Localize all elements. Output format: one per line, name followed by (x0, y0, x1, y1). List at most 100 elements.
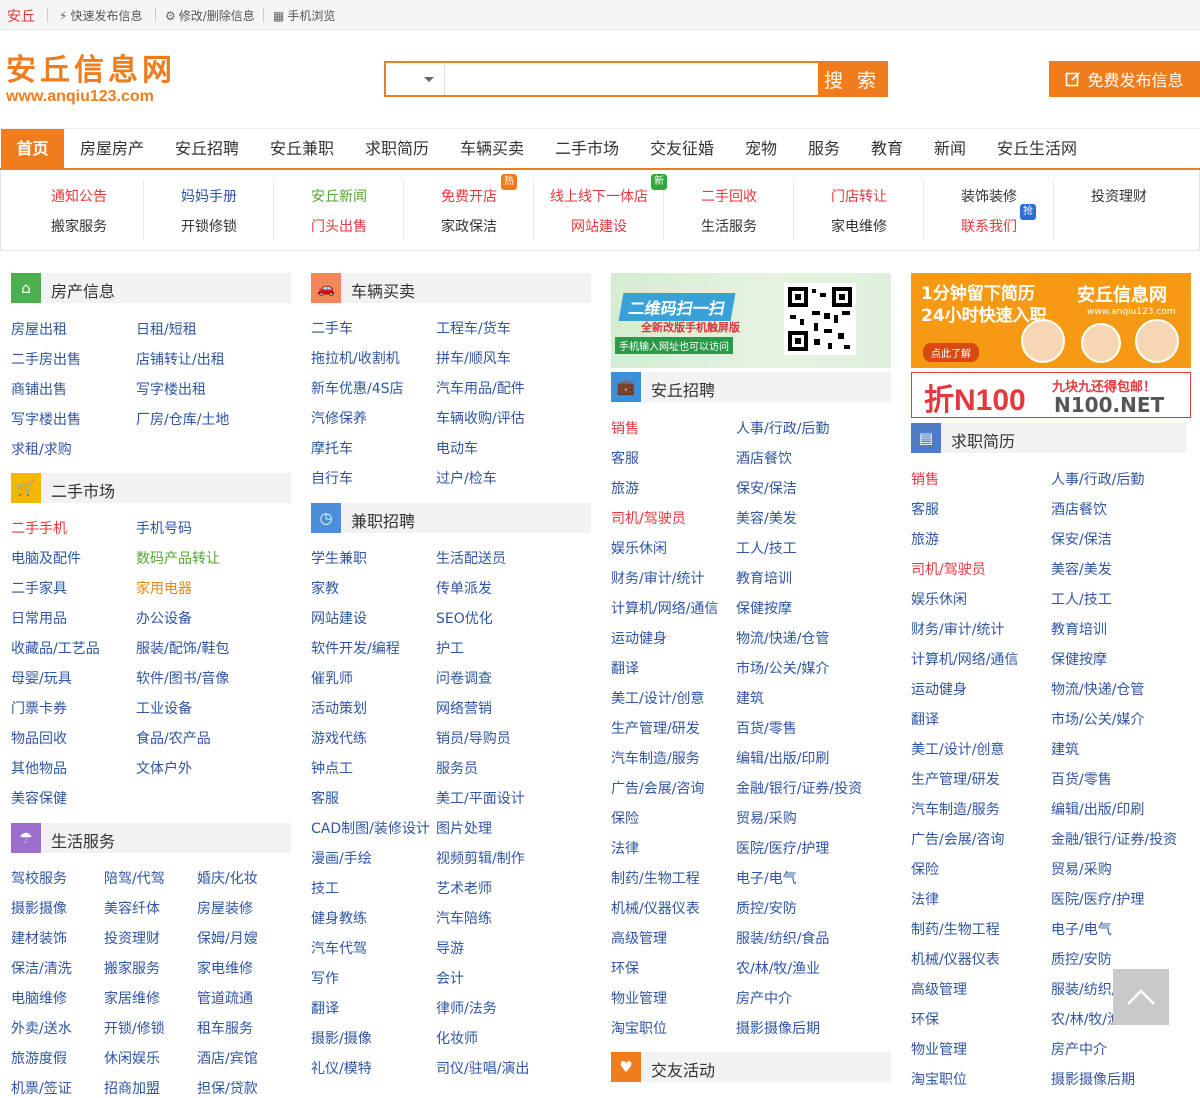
category-link[interactable]: 健身教练 (311, 908, 367, 928)
category-link[interactable]: 日常用品 (11, 608, 67, 628)
category-link[interactable]: 门票卡券 (11, 698, 67, 718)
category-link[interactable]: 工人/技工 (1051, 589, 1112, 609)
category-link[interactable]: 房产中介 (1051, 1039, 1107, 1059)
category-link[interactable]: 旅游度假 (11, 1048, 67, 1068)
link-investment[interactable]: 投资理财 (1054, 186, 1184, 206)
category-link[interactable]: 医院/医疗/护理 (736, 838, 829, 858)
category-link[interactable]: 汽车用品/配件 (436, 378, 525, 398)
category-link[interactable]: 市场/公关/媒介 (736, 658, 829, 678)
category-link[interactable]: 旅游 (911, 529, 939, 549)
category-link[interactable]: 休闲娱乐 (104, 1048, 160, 1068)
category-link[interactable]: 百货/零售 (736, 718, 797, 738)
category-link[interactable]: 客服 (611, 448, 639, 468)
category-link[interactable]: 汽车制造/服务 (911, 799, 1000, 819)
link-o2o-shop[interactable]: 线上线下一体店 (534, 186, 664, 206)
category-link[interactable]: 贸易/采购 (1051, 859, 1112, 879)
category-link[interactable]: 翻译 (611, 658, 639, 678)
category-link[interactable]: 求租/求购 (11, 439, 72, 459)
category-link[interactable]: 写作 (311, 968, 339, 988)
category-link[interactable]: 司仪/驻唱/演出 (436, 1058, 529, 1078)
category-link[interactable]: 家用电器 (136, 578, 192, 598)
category-link[interactable]: 电子/电气 (1051, 919, 1112, 939)
link-moving[interactable]: 搬家服务 (14, 216, 144, 236)
category-link[interactable]: 电脑及配件 (11, 548, 81, 568)
category-link[interactable]: 教育培训 (1051, 619, 1107, 639)
category-link[interactable]: 活动策划 (311, 698, 367, 718)
category-link[interactable]: 日租/短租 (136, 319, 197, 339)
category-link[interactable]: 摄影/摄像 (311, 1028, 372, 1048)
search-button[interactable]: 搜 索 (818, 63, 886, 95)
search-input[interactable] (444, 63, 818, 95)
category-link[interactable]: 驾校服务 (11, 868, 67, 888)
category-link[interactable]: 运动健身 (611, 628, 667, 648)
category-link[interactable]: 财务/审计/统计 (911, 619, 1004, 639)
category-link[interactable]: 人事/行政/后勤 (736, 418, 829, 438)
category-link[interactable]: 家教 (311, 578, 339, 598)
link-appliance-repair[interactable]: 家电维修 (794, 216, 924, 236)
category-link[interactable]: 婚庆/化妆 (197, 868, 258, 888)
nav-parttime[interactable]: 安丘兼职 (270, 129, 334, 169)
category-link[interactable]: 医院/医疗/护理 (1051, 889, 1144, 909)
category-link[interactable]: 高级管理 (911, 979, 967, 999)
category-link[interactable]: 保安/保洁 (1051, 529, 1112, 549)
category-link[interactable]: 自行车 (311, 468, 353, 488)
category-link[interactable]: 二手手机 (11, 518, 67, 538)
link-contact-us[interactable]: 联系我们 (924, 216, 1054, 236)
category-link[interactable]: 销售 (911, 469, 939, 489)
category-link[interactable]: 房屋出租 (11, 319, 67, 339)
category-link[interactable]: 客服 (311, 788, 339, 808)
category-link[interactable]: 环保 (911, 1009, 939, 1029)
category-link[interactable]: 生活配送员 (436, 548, 506, 568)
category-link[interactable]: 车辆收购/评估 (436, 408, 525, 428)
category-link[interactable]: 艺术老师 (436, 878, 492, 898)
category-link[interactable]: 视频剪辑/制作 (436, 848, 525, 868)
category-link[interactable]: 护工 (436, 638, 464, 658)
mobile-link[interactable]: ▦ 手机浏览 (273, 7, 335, 24)
category-link[interactable]: 店铺转让/出租 (136, 349, 225, 369)
link-web-build[interactable]: 网站建设 (534, 216, 664, 236)
category-link[interactable]: CAD制图/装修设计 (311, 818, 430, 838)
category-link[interactable]: 手机号码 (136, 518, 192, 538)
category-link[interactable]: 百货/零售 (1051, 769, 1112, 789)
category-link[interactable]: 陪驾/代驾 (104, 868, 165, 888)
resume-ad-button[interactable]: 点此了解 (923, 343, 979, 362)
category-link[interactable]: 摩托车 (311, 438, 353, 458)
category-link[interactable]: 数码产品转让 (136, 548, 220, 568)
category-link[interactable]: 管道疏通 (197, 988, 253, 1008)
category-link[interactable]: 工人/技工 (736, 538, 797, 558)
category-link[interactable]: 销售 (611, 418, 639, 438)
category-link[interactable]: 酒店/宾馆 (197, 1048, 258, 1068)
nav-resume[interactable]: 求职简历 (365, 129, 429, 169)
category-link[interactable]: 客服 (911, 499, 939, 519)
category-link[interactable]: 游戏代练 (311, 728, 367, 748)
category-link[interactable]: 房屋装修 (197, 898, 253, 918)
link-housekeeping[interactable]: 家政保洁 (404, 216, 534, 236)
category-link[interactable]: 物流/快递/仓管 (1051, 679, 1144, 699)
category-link[interactable]: 租车服务 (197, 1018, 253, 1038)
link-locksmith[interactable]: 开锁修锁 (144, 216, 274, 236)
category-link[interactable]: 家电维修 (197, 958, 253, 978)
category-link[interactable]: 软件开发/编程 (311, 638, 400, 658)
search-category-select[interactable] (386, 63, 444, 95)
category-link[interactable]: 过户/检车 (436, 468, 497, 488)
nav-cars[interactable]: 车辆买卖 (460, 129, 524, 169)
category-link[interactable]: 服装/配饰/鞋包 (136, 638, 229, 658)
category-link[interactable]: 环保 (611, 958, 639, 978)
category-link[interactable]: 美容纤体 (104, 898, 160, 918)
category-link[interactable]: 招商加盟 (104, 1078, 160, 1098)
category-link[interactable]: 质控/安防 (1051, 949, 1112, 969)
category-link[interactable]: 开锁/修锁 (104, 1018, 165, 1038)
category-link[interactable]: 催乳师 (311, 668, 353, 688)
category-link[interactable]: 法律 (911, 889, 939, 909)
category-link[interactable]: 服务员 (436, 758, 478, 778)
category-link[interactable]: 技工 (311, 878, 339, 898)
category-link[interactable]: SEO优化 (436, 608, 493, 628)
category-link[interactable]: 厂房/仓库/土地 (136, 409, 229, 429)
category-link[interactable]: 机械/仪器仪表 (911, 949, 1000, 969)
nav-education[interactable]: 教育 (871, 129, 903, 169)
category-link[interactable]: 娱乐休闲 (911, 589, 967, 609)
category-link[interactable]: 会计 (436, 968, 464, 988)
category-link[interactable]: 金融/银行/证券/投资 (736, 778, 862, 798)
category-link[interactable]: 家居维修 (104, 988, 160, 1008)
category-link[interactable]: 美容保健 (11, 788, 67, 808)
